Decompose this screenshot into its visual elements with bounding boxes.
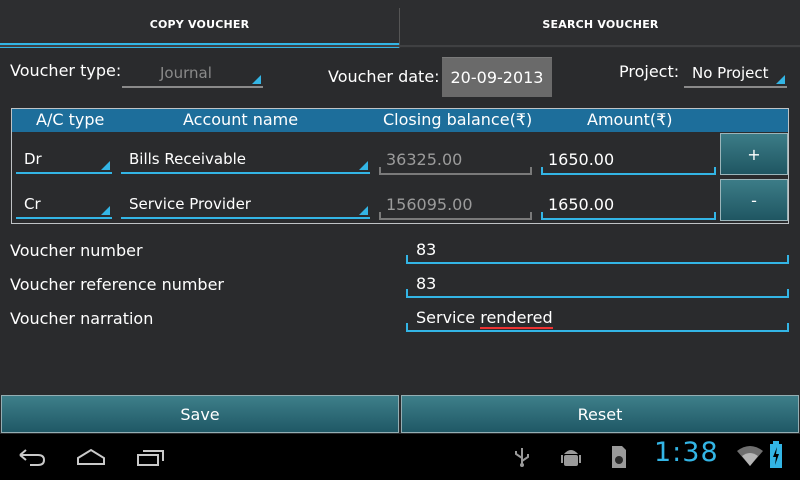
voucher-entries-table: A/C type Account name Closing balance(₹)…	[11, 108, 789, 224]
tab-bar: COPY VOUCHER SEARCH VOUCHER	[0, 0, 800, 48]
voucher-date-label: Voucher date:	[328, 67, 440, 86]
narration-text: Service	[416, 308, 481, 327]
tab-search-voucher[interactable]: SEARCH VOUCHER	[401, 0, 800, 48]
wifi-icon	[737, 446, 763, 466]
voucher-date-value: 20-09-2013	[450, 68, 544, 87]
dropdown-triangle-icon	[359, 206, 368, 215]
spellcheck-underlined-word: rendered	[480, 308, 553, 329]
save-button-label: Save	[180, 404, 220, 424]
tab-copy-voucher[interactable]: COPY VOUCHER	[0, 0, 399, 48]
header-account-name: Account name	[183, 110, 299, 129]
voucher-number-label: Voucher number	[10, 241, 143, 260]
dropdown-triangle-icon	[252, 75, 261, 84]
back-icon[interactable]	[16, 446, 48, 468]
voucher-reference-value: 83	[416, 274, 437, 293]
header-closing-balance: Closing balance(₹)	[383, 110, 533, 129]
ac-type-spinner[interactable]: Cr	[16, 185, 112, 219]
ac-type-spinner[interactable]: Dr	[16, 140, 112, 174]
status-clock: 1:38	[654, 437, 719, 468]
closing-balance-field: 36325.00	[379, 139, 532, 175]
project-value: No Project	[692, 64, 769, 82]
voucher-type-value: Journal	[160, 64, 212, 82]
usb-icon	[515, 448, 529, 467]
project-spinner[interactable]: No Project	[684, 60, 787, 88]
home-icon[interactable]	[75, 446, 107, 468]
amount-field[interactable]: 1650.00	[541, 139, 716, 175]
save-button[interactable]: Save	[1, 395, 399, 433]
project-label: Project:	[619, 62, 680, 81]
amount-value: 1650.00	[548, 195, 615, 214]
account-name-spinner[interactable]: Bills Receivable	[121, 140, 370, 174]
voucher-reference-label: Voucher reference number	[10, 275, 225, 294]
sd-card-icon	[612, 446, 626, 468]
plus-icon: +	[747, 144, 761, 164]
tab-copy-voucher-label: COPY VOUCHER	[149, 17, 250, 31]
minus-icon: -	[751, 190, 757, 210]
reset-button[interactable]: Reset	[401, 395, 799, 433]
table-header: A/C type Account name Closing balance(₹)…	[12, 109, 788, 132]
account-name-value: Service Provider	[129, 195, 251, 213]
account-name-value: Bills Receivable	[129, 150, 246, 168]
closing-balance-field: 156095.00	[379, 184, 532, 220]
header-ac-type: A/C type	[36, 110, 105, 129]
ac-type-value: Dr	[24, 150, 42, 168]
voucher-reference-field[interactable]: 83	[406, 268, 789, 298]
header-amount: Amount(₹)	[587, 110, 673, 129]
android-debug-icon	[561, 450, 581, 466]
voucher-number-value: 83	[416, 240, 437, 259]
tab-bar-divider	[0, 45, 800, 47]
voucher-number-field[interactable]: 83	[406, 234, 789, 264]
voucher-type-spinner[interactable]: Journal	[122, 60, 263, 88]
recent-apps-icon[interactable]	[135, 446, 167, 468]
add-row-button[interactable]: +	[720, 133, 788, 175]
dropdown-triangle-icon	[776, 75, 785, 84]
remove-row-button[interactable]: -	[720, 179, 788, 221]
tab-search-voucher-label: SEARCH VOUCHER	[542, 17, 659, 31]
dropdown-triangle-icon	[359, 161, 368, 170]
battery-charging-icon	[770, 441, 782, 468]
closing-balance-value: 156095.00	[386, 195, 473, 214]
amount-field[interactable]: 1650.00	[541, 184, 716, 220]
voucher-date-button[interactable]: 20-09-2013	[442, 57, 552, 97]
dropdown-triangle-icon	[101, 161, 110, 170]
amount-value: 1650.00	[548, 150, 615, 169]
voucher-narration-value: Service rendered	[416, 308, 553, 329]
voucher-type-label: Voucher type:	[10, 61, 122, 80]
dropdown-triangle-icon	[101, 206, 110, 215]
tab-divider	[399, 8, 400, 48]
reset-button-label: Reset	[577, 404, 623, 424]
voucher-narration-field[interactable]: Service rendered	[406, 302, 789, 332]
account-name-spinner[interactable]: Service Provider	[121, 185, 370, 219]
ac-type-value: Cr	[24, 195, 41, 213]
closing-balance-value: 36325.00	[386, 150, 463, 169]
voucher-narration-label: Voucher narration	[10, 309, 154, 328]
